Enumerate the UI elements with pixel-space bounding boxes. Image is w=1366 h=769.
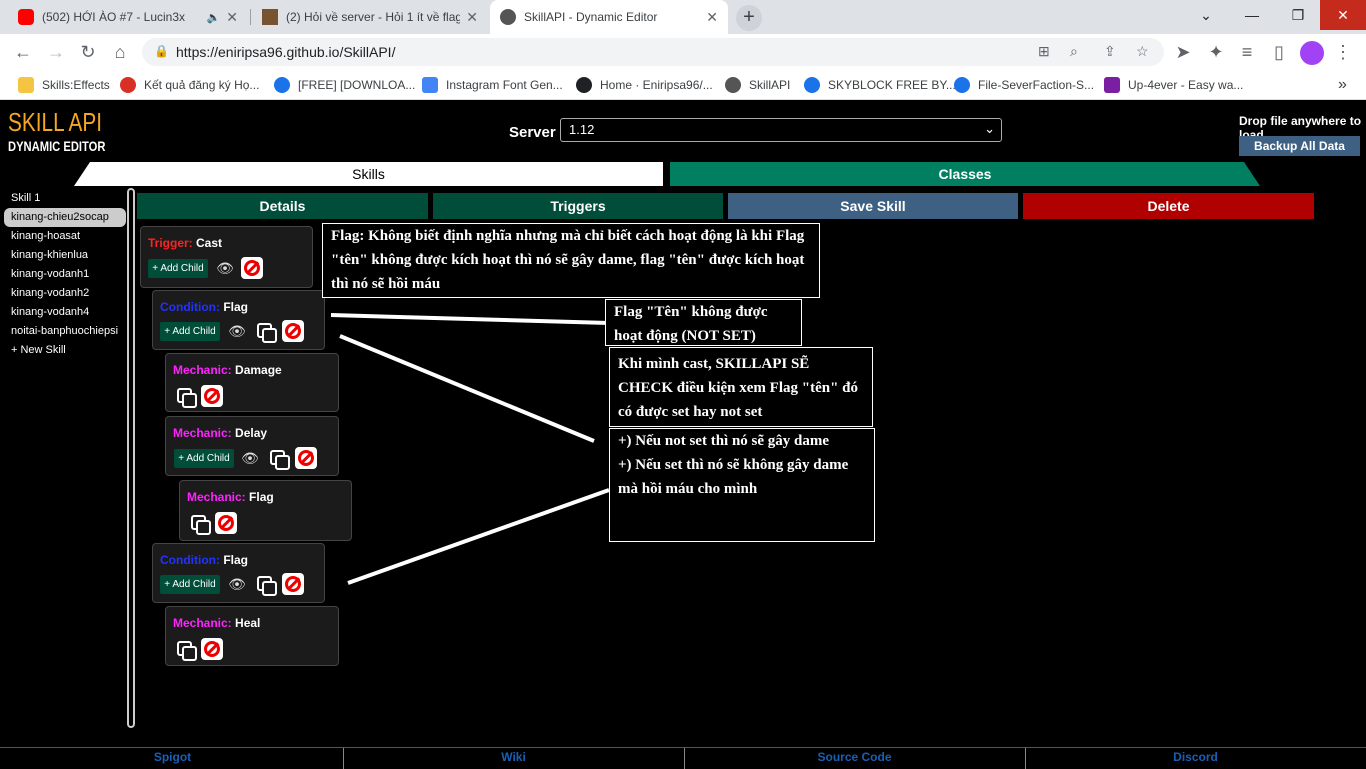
bookmark-item[interactable]: Kết quả đăng ký Họ... [120,76,259,94]
bookmark-item[interactable]: SKYBLOCK FREE BY... [804,76,956,94]
bookmark-label: File-SeverFaction-S... [978,78,1095,92]
zoom-icon[interactable]: ⌕ [1070,43,1078,60]
annotation-note-flag-definition: Flag: Không biết định nghĩa nhưng mà chỉ… [322,223,820,298]
bookmark-item[interactable]: Home · Eniripsa96/... [576,76,713,94]
close-icon[interactable]: ✕ [226,9,238,26]
extensions-puzzle-icon[interactable]: ✦ [1205,41,1227,63]
bookmark-label: SKYBLOCK FREE BY... [828,78,956,92]
bookmark-star-icon[interactable]: ☆ [1136,43,1149,60]
footer-link-wiki[interactable]: Wiki [343,750,684,764]
bookmark-item[interactable]: Up-4ever - Easy wa... [1104,76,1243,94]
lock-icon[interactable]: 🔒 [154,44,169,58]
bookmark-label: Home · Eniripsa96/... [600,78,713,92]
cursor-extension-icon[interactable]: ➤ [1172,41,1194,63]
bookmark-label: Up-4ever - Easy wa... [1128,78,1244,92]
globe-icon [274,77,290,93]
browser-tab-skillapi[interactable]: SkillAPI - Dynamic Editor ✕ [490,0,728,34]
bookmark-item[interactable]: SkillAPI [725,76,790,94]
bookmark-item[interactable]: [FREE] [DOWNLOA... [274,76,415,94]
site-icon [1104,77,1120,93]
tab-title: (2) Hỏi về server - Hỏi 1 ít về flag [286,10,461,24]
home-icon[interactable]: ⌂ [109,41,131,63]
annotation-note-result: +) Nếu not set thì nó sẽ gây dame +) Nếu… [609,428,875,542]
skillapi-favicon-icon [500,9,516,25]
address-bar[interactable]: 🔒 https://eniripsa96.github.io/SkillAPI/… [142,38,1164,66]
side-panel-icon[interactable]: ▯ [1268,41,1290,63]
restore-button[interactable]: ❐ [1275,0,1321,30]
media-list-icon[interactable]: ≡ [1236,41,1258,63]
annotation-note-check: Khi mình cast, SKILLAPI SẼ CHECK điều ki… [609,347,873,427]
bookmarks-bar: Skills:Effects Kết quả đăng ký Họ... [FR… [0,70,1366,100]
annotation-line [339,334,595,443]
bookmark-label: Instagram Font Gen... [446,78,563,92]
menu-dots-icon[interactable]: ⋮ [1332,41,1354,63]
github-icon [576,77,592,93]
reload-icon[interactable]: ↻ [77,41,99,63]
annotation-note-line: +) Nếu not set thì nó sẽ gây dame [618,433,830,449]
share-icon[interactable]: ⇪ [1104,43,1116,60]
speaker-icon[interactable]: 🔈 [207,11,221,24]
minecraft-block-icon [262,9,278,25]
folder-icon [18,77,34,93]
bookmark-item[interactable]: File-SeverFaction-S... [954,76,1094,94]
footer-links: Spigot Wiki Source Code Discord [0,747,1366,769]
site-icon [120,77,136,93]
youtube-icon [18,9,34,25]
annotation-line [330,313,610,325]
tab-title: (502) HỚI ÀO #7 - Lucin3x [42,10,186,24]
annotation-note-not-set: Flag "Tên" không được hoạt động (NOT SET… [605,299,802,346]
site-icon [422,77,438,93]
profile-avatar[interactable] [1300,41,1324,65]
footer-link-discord[interactable]: Discord [1025,750,1366,764]
browser-tab-forum[interactable]: (2) Hỏi về server - Hỏi 1 ít về flag ✕ [252,0,488,34]
site-icon [804,77,820,93]
browser-toolbar: ← → ↻ ⌂ 🔒 https://eniripsa96.github.io/S… [0,34,1366,70]
footer-link-source-code[interactable]: Source Code [684,750,1025,764]
browser-tab-youtube[interactable]: (502) HỚI ÀO #7 - Lucin3x 🔈 ✕ [8,0,248,34]
minimize-button[interactable]: — [1229,0,1275,30]
tab-title: SkillAPI - Dynamic Editor [524,10,658,24]
tab-separator [250,9,251,25]
site-icon [954,77,970,93]
window-close-button[interactable]: ✕ [1320,0,1366,30]
bookmark-label: Skills:Effects [42,78,110,92]
site-icon [725,77,741,93]
annotation-note-line: +) Nếu set thì nó sẽ không gây dame mà h… [618,457,849,497]
footer-link-spigot[interactable]: Spigot [2,750,343,764]
bookmark-label: [FREE] [DOWNLOA... [298,78,416,92]
more-bookmarks-chevron-icon[interactable]: » [1338,76,1347,94]
bookmark-item[interactable]: Skills:Effects [18,76,110,94]
bookmark-item[interactable]: Instagram Font Gen... [422,76,563,94]
url-text[interactable]: https://eniripsa96.github.io/SkillAPI/ [176,44,395,60]
browser-tab-bar: (502) HỚI ÀO #7 - Lucin3x 🔈 ✕ (2) Hỏi về… [0,0,1366,34]
bookmark-label: Kết quả đăng ký Họ... [144,78,260,92]
back-arrow-icon[interactable]: ← [12,41,34,63]
translate-icon[interactable]: ⊞ [1038,43,1050,60]
new-tab-button[interactable]: + [736,5,762,31]
annotation-line [347,488,610,585]
skillapi-editor: SKILL API DYNAMIC EDITOR Server 1.12 ⌄ D… [0,101,1366,768]
forward-arrow-icon[interactable]: → [45,41,67,63]
close-icon[interactable]: ✕ [706,9,718,26]
tab-search-chevron-icon[interactable]: ⌄ [1183,0,1229,30]
close-icon[interactable]: ✕ [466,9,478,26]
bookmark-label: SkillAPI [749,78,791,92]
